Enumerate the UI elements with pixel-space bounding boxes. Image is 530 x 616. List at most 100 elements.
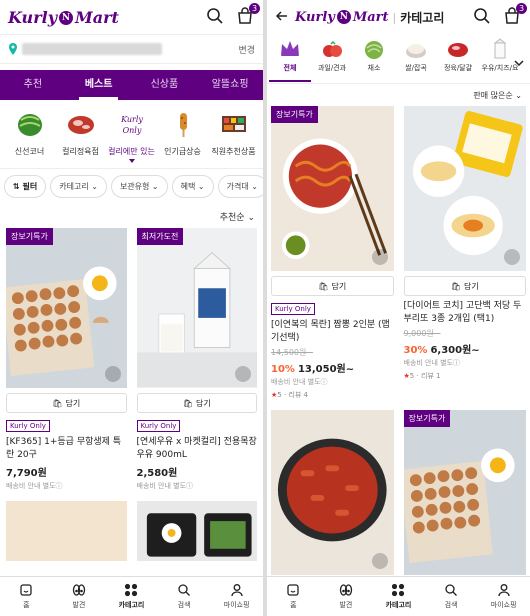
product-image[interactable]: 장보기특가 xyxy=(403,410,526,575)
kurly-logo[interactable]: Kurly N Mart xyxy=(8,8,119,27)
jjamppong-image xyxy=(281,138,387,260)
nav-my[interactable]: 마이쇼핑 xyxy=(210,577,263,616)
address-change-button[interactable]: 변경 xyxy=(238,43,255,56)
nav-discover[interactable]: 발견 xyxy=(320,577,373,616)
search-icon[interactable] xyxy=(205,6,225,26)
category-fresh[interactable]: 신선코너 xyxy=(4,110,55,164)
delivery-address-bar[interactable]: 변경 xyxy=(0,34,263,64)
category-label: 컬리정육점 xyxy=(62,147,99,156)
product-image[interactable] xyxy=(271,410,394,575)
wishlist-heart-icon[interactable] xyxy=(504,249,520,265)
milk-image xyxy=(136,252,257,388)
nav-discover[interactable]: 발견 xyxy=(53,577,106,616)
add-to-cart-button[interactable]: 🛍 담기 xyxy=(271,276,394,296)
category-butcher[interactable]: 컬리정육점 xyxy=(55,110,106,164)
product-card[interactable] xyxy=(271,410,394,575)
add-to-cart-button[interactable]: 🛍 담기 xyxy=(136,393,257,413)
filter-label: 필터 xyxy=(22,182,38,191)
product-image[interactable]: 장보기특가 xyxy=(6,228,127,388)
discover-icon xyxy=(339,584,353,596)
product-image[interactable] xyxy=(403,106,526,271)
category-icon xyxy=(125,583,138,597)
rating-value: 5 xyxy=(409,372,415,380)
nav-label: 마이쇼핑 xyxy=(490,601,517,609)
product-card[interactable]: 장보기특가 🛍 담기 Kurly Only [KF365] 1+등급 무항생제 특 xyxy=(6,228,127,491)
rice-icon xyxy=(406,44,426,58)
filter-chip-benefit[interactable]: 혜택 ⌄ xyxy=(171,175,214,198)
milk-icon xyxy=(493,38,507,59)
product-name[interactable]: [연세우유 x 마켓컬리] 전용목장 우유 900mL xyxy=(137,436,258,462)
category-kurly-only[interactable]: Kurly Only 컬리에만 있는 xyxy=(106,110,157,164)
wishlist-heart-icon[interactable] xyxy=(371,249,388,265)
category-all[interactable]: 전체 xyxy=(269,38,311,82)
wishlist-heart-icon[interactable] xyxy=(371,553,388,569)
product-image-partial[interactable] xyxy=(6,501,127,561)
wishlist-heart-icon[interactable] xyxy=(235,366,251,382)
filter-chip-price[interactable]: 가격대 ⌄ xyxy=(217,175,263,198)
eggs-image xyxy=(403,448,515,564)
chevron-down-icon[interactable] xyxy=(514,52,524,71)
product-image[interactable]: 최저가도전 xyxy=(136,228,257,388)
sort-dropdown[interactable]: 추천순 ⌄ xyxy=(0,204,263,228)
category-label: 쌀/잡곡 xyxy=(405,64,427,72)
nav-home[interactable]: 홈 xyxy=(267,577,320,616)
left-screen: Kurly N Mart 3 변경 추천 베스트 신상품 알뜰쇼핑 신선코너 컬리 xyxy=(0,0,263,616)
nav-home[interactable]: 홈 xyxy=(0,577,53,616)
meat-icon xyxy=(448,43,468,57)
product-price: 2,580원 xyxy=(136,468,178,479)
nav-search[interactable]: 검색 xyxy=(158,577,211,616)
product-card[interactable]: 🛍 담기 [다이어트 코치] 고단백 저당 두부리또 3종 2개입 (택1) 9,… xyxy=(403,106,527,400)
category-rice[interactable]: 쌀/잡곡 xyxy=(395,38,437,79)
product-name[interactable]: [다이어트 코치] 고단백 저당 두부리또 3종 2개입 (택1) xyxy=(404,300,527,326)
category-fruit[interactable]: 과일/견과 xyxy=(311,38,353,79)
product-card[interactable] xyxy=(136,501,257,561)
corndog-icon xyxy=(179,113,187,137)
product-card[interactable]: 장보기특가 xyxy=(403,410,526,575)
tab-new[interactable]: 신상품 xyxy=(132,70,198,100)
logo-kurly-text: Kurly xyxy=(8,7,57,27)
chip-label: 혜택 xyxy=(180,182,196,191)
category-trending[interactable]: 인기급상승 xyxy=(157,110,208,164)
promo-tag: 장보기특가 xyxy=(403,410,451,427)
tab-bargain[interactable]: 알뜰쇼핑 xyxy=(197,70,263,100)
sort-dropdown[interactable]: 판매 많은순 ⌄ xyxy=(267,84,530,106)
filter-bar: ⇅ 필터 카테고리 ⌄ 보관유형 ⌄ 혜택 ⌄ 가격대 ⌄ xyxy=(0,168,263,204)
filter-button[interactable]: ⇅ 필터 xyxy=(4,175,47,198)
filter-chip-storage[interactable]: 보관유형 ⌄ xyxy=(110,175,168,198)
cabbage-icon xyxy=(365,41,383,59)
cart-icon[interactable]: 3 xyxy=(235,3,260,26)
product-image-partial[interactable] xyxy=(136,501,257,561)
product-card[interactable]: 최저가도전 🛍 담기 Kurly Only [연세우유 x 마켓컬리] 전용목장 … xyxy=(136,228,258,491)
main-tabs: 추천 베스트 신상품 알뜰쇼핑 xyxy=(0,70,263,100)
nav-search[interactable]: 검색 xyxy=(425,577,478,616)
cart-icon[interactable]: 3 xyxy=(502,3,527,26)
nav-label: 발견 xyxy=(72,601,86,609)
product-name[interactable]: [이연복의 목란] 짬뽕 2인분 (맵기선택) xyxy=(271,319,394,345)
search-icon[interactable] xyxy=(472,6,492,26)
tomato-icon xyxy=(323,40,342,57)
product-card[interactable] xyxy=(6,501,127,561)
product-price: 10% 13,050원~ xyxy=(271,360,394,375)
nav-my[interactable]: 마이쇼핑 xyxy=(477,577,530,616)
add-to-cart-button[interactable]: 🛍 담기 xyxy=(6,393,127,413)
nav-category[interactable]: 카테고리 xyxy=(372,577,425,616)
category-label: 우유/치즈/요 xyxy=(481,64,519,72)
watermelon-icon xyxy=(17,114,42,136)
category-meat-egg[interactable]: 정육/달걀 xyxy=(437,38,479,79)
back-arrow-icon[interactable] xyxy=(275,8,289,27)
nav-label: 카테고리 xyxy=(385,601,412,609)
product-name[interactable]: [KF365] 1+등급 무항생제 특란 20구 xyxy=(6,436,127,462)
kurly-logo[interactable]: Kurly N Mart xyxy=(295,10,388,25)
chip-label: 보관유형 xyxy=(119,182,150,191)
filter-chip-category[interactable]: 카테고리 ⌄ xyxy=(50,175,107,198)
add-to-cart-button[interactable]: 🛍 담기 xyxy=(403,276,526,296)
category-vegetable[interactable]: 채소 xyxy=(353,38,395,79)
nav-category[interactable]: 카테고리 xyxy=(105,577,158,616)
category-label: 컬리에만 있는 xyxy=(108,147,155,156)
product-card[interactable]: 장보기특가 🛍 담기 Kurly Only [이연복의 목란] 짬뽕 2인분 (맵… xyxy=(271,106,394,400)
category-staff-pick[interactable]: 직원추천상품 xyxy=(208,110,259,164)
wishlist-heart-icon[interactable] xyxy=(104,366,121,382)
product-image[interactable]: 장보기특가 xyxy=(271,106,394,271)
tab-recommend[interactable]: 추천 xyxy=(0,70,66,100)
tab-best[interactable]: 베스트 xyxy=(66,70,132,100)
